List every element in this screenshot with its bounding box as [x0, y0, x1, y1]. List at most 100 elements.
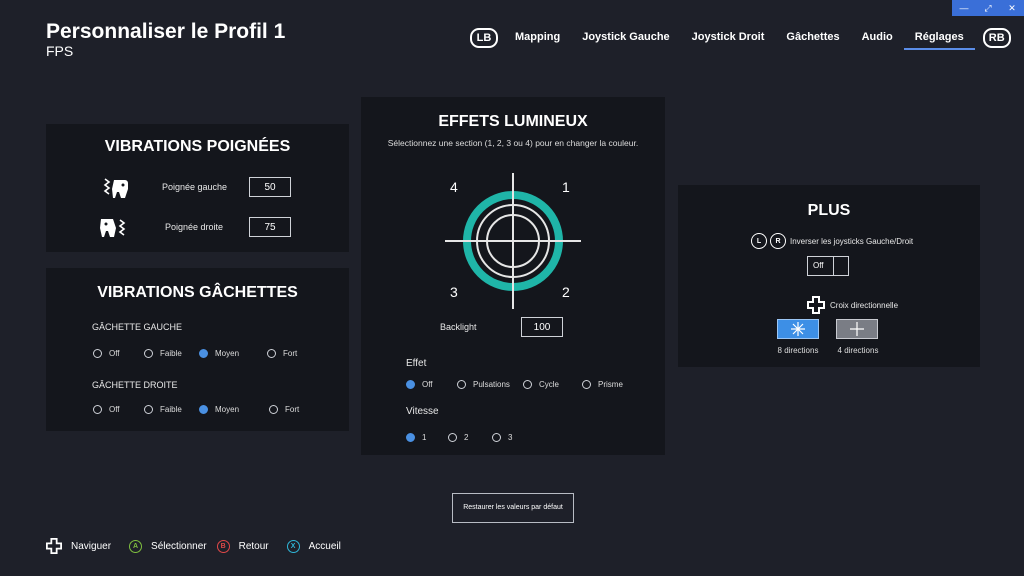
dpad-8-directions-label: 8 directions: [777, 346, 819, 355]
dpad-row: Croix directionnelle: [807, 296, 898, 314]
right-trigger-faible-radio[interactable]: Faible: [144, 405, 182, 414]
section-4-label[interactable]: 4: [450, 179, 458, 195]
left-trigger-fort-radio[interactable]: Fort: [267, 349, 297, 358]
radio-dot: [144, 405, 153, 414]
right-grip-vibration-icon: [98, 215, 128, 246]
radio-label: Off: [422, 380, 433, 389]
radio-dot-selected: [406, 433, 415, 442]
left-grip-vibration-icon: [102, 176, 130, 205]
left-grip-label: Poignée gauche: [162, 182, 228, 192]
radio-label: Prisme: [598, 380, 623, 389]
plus-title: PLUS: [807, 202, 851, 219]
close-button[interactable]: ✕: [1000, 0, 1024, 16]
vitesse-2-radio[interactable]: 2: [448, 433, 468, 442]
left-grip-value-input[interactable]: 50: [249, 177, 291, 197]
section-1-label[interactable]: 1: [562, 179, 570, 195]
radio-label: 1: [422, 433, 427, 442]
radio-dot: [523, 380, 532, 389]
right-grip-label: Poignée droite: [165, 222, 224, 232]
radio-dot: [144, 349, 153, 358]
radio-label: Off: [109, 405, 120, 414]
light-ring-selector[interactable]: [445, 173, 581, 309]
radio-label: Cycle: [539, 380, 560, 389]
tab-mapping[interactable]: Mapping: [504, 26, 571, 50]
settings-tabs: LB Mapping Joystick Gauche Joystick Droi…: [470, 26, 1011, 50]
lb-bumper-icon[interactable]: LB: [470, 28, 498, 48]
controller-hints: Naviguer A Sélectionner B Retour X Accue…: [46, 538, 359, 554]
hint-navigate-label: Naviguer: [71, 540, 112, 552]
backlight-value-input[interactable]: 100: [521, 317, 563, 337]
vibrations-gachettes-title: VIBRATIONS GÂCHETTES: [97, 284, 298, 301]
tab-gachettes[interactable]: Gâchettes: [775, 26, 850, 50]
effet-cycle-radio[interactable]: Cycle: [523, 380, 559, 389]
radio-dot-selected: [199, 349, 208, 358]
radio-label: Off: [109, 349, 120, 358]
vibrations-poignees-panel: VIBRATIONS POIGNÉES Poignée gauche 50 Po…: [46, 124, 349, 252]
vitesse-1-radio[interactable]: 1: [406, 433, 426, 442]
right-trigger-off-radio[interactable]: Off: [93, 405, 120, 414]
dpad-4-directions-label: 4 directions: [837, 346, 879, 355]
hint-navigate: Naviguer: [46, 538, 111, 554]
hint-back: B Retour: [216, 539, 269, 553]
right-trigger-fort-radio[interactable]: Fort: [269, 405, 299, 414]
dpad-icon: [807, 296, 825, 314]
tab-joystick-gauche[interactable]: Joystick Gauche: [571, 26, 680, 50]
tab-joystick-droit[interactable]: Joystick Droit: [681, 26, 776, 50]
hint-select: A Sélectionner: [129, 539, 207, 553]
left-trigger-label: GÂCHETTE GAUCHE: [92, 322, 183, 332]
radio-label: Fort: [283, 349, 298, 358]
section-2-label[interactable]: 2: [562, 284, 570, 300]
vitesse-3-radio[interactable]: 3: [492, 433, 512, 442]
rb-bumper-icon[interactable]: RB: [982, 28, 1011, 48]
radio-dot: [267, 349, 276, 358]
eight-directions-icon: [791, 322, 805, 336]
minimize-button[interactable]: —: [952, 0, 976, 16]
right-trigger-moyen-radio[interactable]: Moyen: [199, 405, 239, 414]
effet-pulsations-radio[interactable]: Pulsations: [457, 380, 510, 389]
radio-dot: [269, 405, 278, 414]
a-button-icon: A: [129, 539, 143, 553]
left-trigger-faible-radio[interactable]: Faible: [144, 349, 182, 358]
tab-reglages[interactable]: Réglages: [903, 26, 975, 50]
hint-home: X Accueil: [286, 539, 341, 553]
radio-label: Fort: [285, 405, 300, 414]
invert-joysticks-label: Inverser les joysticks Gauche/Droit: [790, 236, 914, 246]
tab-audio[interactable]: Audio: [851, 26, 904, 50]
radio-dot: [93, 405, 102, 414]
left-trigger-moyen-radio[interactable]: Moyen: [199, 349, 239, 358]
hint-select-label: Sélectionner: [151, 540, 207, 552]
profile-subtitle: FPS: [46, 43, 74, 59]
invert-joysticks-row: L R Inverser les joysticks Gauche/Droit: [751, 233, 913, 249]
x-button-icon: X: [286, 539, 300, 553]
section-3-label[interactable]: 3: [450, 284, 458, 300]
plus-panel: PLUS L R Inverser les joysticks Gauche/D…: [678, 185, 980, 367]
restore-defaults-button[interactable]: Restaurer les valeurs par défaut: [452, 493, 574, 523]
window-controls: — ⤢ ✕: [952, 0, 1024, 16]
maximize-button[interactable]: ⤢: [976, 0, 1000, 16]
hint-back-label: Retour: [238, 540, 269, 552]
vibrations-poignees-title: VIBRATIONS POIGNÉES: [104, 138, 291, 155]
dpad-8-directions-button[interactable]: [777, 319, 819, 339]
radio-label: Moyen: [215, 349, 240, 358]
dpad-4-directions-button[interactable]: [836, 319, 878, 339]
hint-home-label: Accueil: [308, 540, 341, 552]
effet-prisme-radio[interactable]: Prisme: [582, 380, 623, 389]
effets-lumineux-title: EFFETS LUMINEUX: [438, 113, 588, 130]
color-section-instruction: Sélectionnez une section (1, 2, 3 ou 4) …: [387, 138, 639, 148]
effet-off-radio[interactable]: Off: [406, 380, 433, 389]
radio-label: Moyen: [215, 405, 240, 414]
radio-label: Faible: [160, 405, 182, 414]
l-stick-icon: L: [751, 233, 767, 249]
right-trigger-label: GÂCHETTE DROITE: [92, 380, 178, 390]
radio-label: 3: [508, 433, 513, 442]
radio-dot: [492, 433, 501, 442]
left-trigger-off-radio[interactable]: Off: [93, 349, 120, 358]
invert-joysticks-toggle[interactable]: Off: [807, 256, 849, 276]
dpad-icon: [46, 538, 62, 554]
b-button-icon: B: [216, 539, 230, 553]
radio-dot: [93, 349, 102, 358]
effets-lumineux-panel: EFFETS LUMINEUX Sélectionnez une section…: [361, 97, 665, 455]
vibrations-gachettes-panel: VIBRATIONS GÂCHETTES GÂCHETTE GAUCHE Off…: [46, 268, 349, 431]
backlight-label: Backlight: [440, 322, 477, 332]
right-grip-value-input[interactable]: 75: [249, 217, 291, 237]
